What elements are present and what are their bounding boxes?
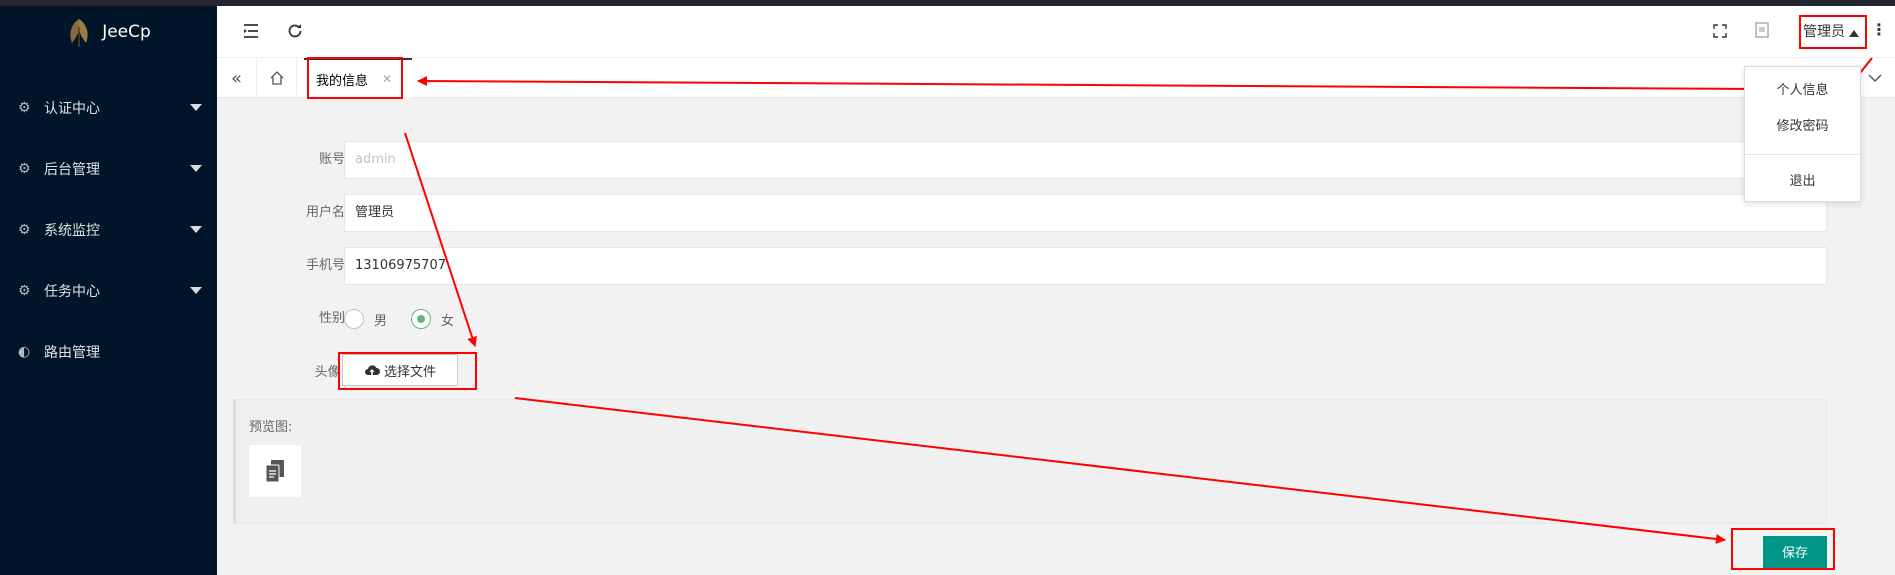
more-vertical-icon[interactable]: ⋮ <box>1871 20 1887 39</box>
phone-label: 手机号 <box>305 258 345 273</box>
account-row: 账号 admin <box>217 141 1827 179</box>
tab-my-info[interactable]: 我的信息 ✕ <box>304 58 412 98</box>
username-field[interactable]: 管理员 <box>344 194 1827 232</box>
caret-down-icon <box>190 104 202 111</box>
preview-panel: 预览图: <box>233 399 1827 524</box>
radio-label: 女 <box>441 313 455 329</box>
menu-item-change-password[interactable]: 修改密码 <box>1745 109 1860 145</box>
sidebar-item-routes[interactable]: ◐ 路由管理 <box>0 321 217 382</box>
menu-item-logout[interactable]: 退出 <box>1745 164 1860 200</box>
preview-image <box>249 445 301 497</box>
tab-label: 我的信息 <box>316 73 369 89</box>
preview-label: 预览图: <box>249 420 293 435</box>
sidebar-item-label: 认证中心 <box>44 100 100 117</box>
gender-radio-female[interactable]: 女 <box>411 309 454 329</box>
document-icon <box>265 460 284 483</box>
butterfly-logo-icon <box>70 19 88 47</box>
sidebar: JeeCp ⚙ 认证中心 ⚙ 后台管理 ⚙ 系统监控 ⚙ 任务中心 ◐ 路由管理 <box>0 6 217 575</box>
phone-field[interactable]: 13106975707 <box>344 247 1827 285</box>
sidebar-item-label: 任务中心 <box>44 283 100 300</box>
sidebar-item-label: 后台管理 <box>44 161 100 178</box>
username-label: 用户名 <box>305 205 345 220</box>
route-icon: ◐ <box>18 343 31 360</box>
home-tab[interactable] <box>257 58 297 98</box>
divider <box>1745 154 1860 155</box>
gender-radio-male[interactable]: 男 <box>344 309 387 329</box>
choose-file-label: 选择文件 <box>383 364 436 380</box>
user-menu[interactable]: 管理员 <box>1803 21 1845 41</box>
lock-screen-icon[interactable] <box>1751 22 1773 44</box>
sidebar-item-label: 系统监控 <box>44 222 100 239</box>
sidebar-item-admin[interactable]: ⚙ 后台管理 <box>0 138 217 199</box>
sidebar-item-tasks[interactable]: ⚙ 任务中心 <box>0 260 217 321</box>
header: 管理员 ⋮ <box>217 6 1895 58</box>
radio-circle <box>344 309 364 329</box>
gear-icon: ⚙ <box>18 282 31 299</box>
sidebar-menu: ⚙ 认证中心 ⚙ 后台管理 ⚙ 系统监控 ⚙ 任务中心 ◐ 路由管理 <box>0 77 217 382</box>
gender-label: 性别 <box>318 311 345 326</box>
tabs-options-icon[interactable] <box>1855 58 1895 98</box>
caret-up-icon[interactable] <box>1849 30 1859 37</box>
user-dropdown: 个人信息 修改密码 退出 <box>1744 66 1861 202</box>
tabs-scroll-left-icon[interactable]: « <box>217 58 257 98</box>
caret-down-icon <box>190 165 202 172</box>
caret-down-icon <box>190 287 202 294</box>
sidebar-item-auth-center[interactable]: ⚙ 认证中心 <box>0 77 217 138</box>
avatar-label: 头像: <box>314 365 345 380</box>
refresh-icon[interactable] <box>284 22 306 44</box>
gear-icon: ⚙ <box>18 160 31 177</box>
save-button[interactable]: 保存 <box>1763 536 1827 570</box>
cloud-upload-icon <box>364 365 380 375</box>
collapse-menu-icon[interactable] <box>240 22 262 44</box>
brand[interactable]: JeeCp <box>0 6 217 58</box>
radio-circle <box>411 309 431 329</box>
account-field[interactable]: admin <box>344 141 1827 179</box>
tabs-bar: « 我的信息 ✕ <box>217 58 1895 98</box>
username-row: 用户名 管理员 <box>217 194 1827 232</box>
phone-row: 手机号 13106975707 <box>217 247 1827 285</box>
home-icon <box>270 71 283 85</box>
gear-icon: ⚙ <box>18 221 31 238</box>
avatar-row: 头像: 选择文件 <box>217 354 1827 392</box>
gear-icon: ⚙ <box>18 99 31 116</box>
menu-item-profile[interactable]: 个人信息 <box>1745 73 1860 109</box>
account-label: 账号 <box>318 152 345 167</box>
fullscreen-icon[interactable] <box>1709 22 1731 44</box>
radio-label: 男 <box>374 313 388 329</box>
gender-row: 性别 男 女 <box>217 300 1827 338</box>
sidebar-item-label: 路由管理 <box>44 344 100 361</box>
caret-down-icon <box>190 226 202 233</box>
app-name: JeeCp <box>102 22 151 42</box>
choose-file-button[interactable]: 选择文件 <box>342 354 458 386</box>
close-icon[interactable]: ✕ <box>382 72 392 86</box>
profile-form: 账号 admin 用户名 管理员 手机号 13106975707 性别 男 女 … <box>217 98 1895 575</box>
sidebar-item-monitor[interactable]: ⚙ 系统监控 <box>0 199 217 260</box>
